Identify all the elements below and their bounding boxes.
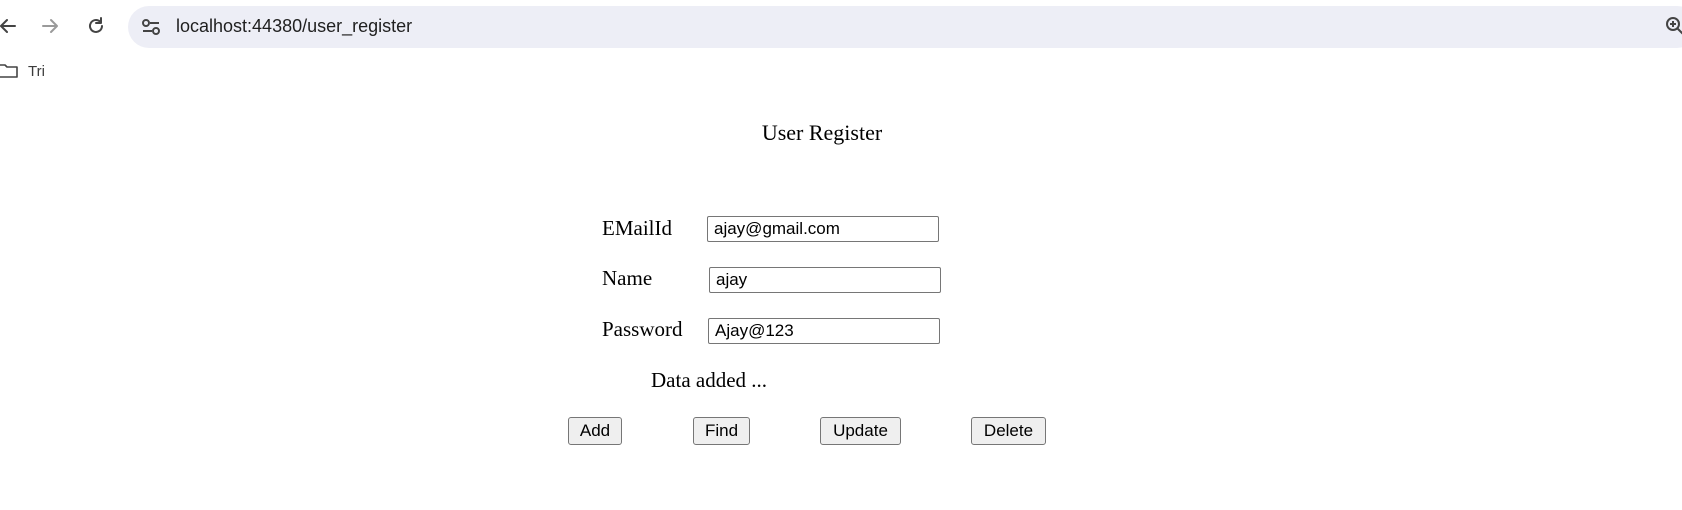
add-button[interactable]: Add: [568, 417, 622, 445]
bookmarks-bar: Tri: [0, 58, 1682, 88]
name-field[interactable]: [709, 267, 941, 293]
reload-icon[interactable]: [82, 12, 110, 40]
delete-button[interactable]: Delete: [971, 417, 1046, 445]
password-label: Password: [602, 317, 683, 341]
email-label: EMailId: [602, 216, 672, 240]
url-text[interactable]: localhost:44380/user_register: [176, 16, 412, 37]
email-field[interactable]: [707, 216, 939, 242]
forward-arrow-icon[interactable]: [36, 12, 64, 40]
bookmark-folder-label: Tri: [28, 62, 45, 80]
back-arrow-icon[interactable]: [0, 12, 22, 40]
name-label: Name: [602, 266, 653, 290]
find-button[interactable]: Find: [693, 417, 750, 445]
tune-icon[interactable]: [140, 16, 162, 38]
zoom-icon[interactable]: [1664, 15, 1682, 37]
status-message: Data added ...: [651, 368, 768, 392]
folder-icon: [0, 64, 18, 78]
update-button[interactable]: Update: [820, 417, 901, 445]
password-field[interactable]: [708, 318, 940, 344]
page-title: User Register: [761, 120, 883, 145]
browser-toolbar: localhost:44380/user_register: [0, 0, 1682, 54]
bookmark-folder-tri[interactable]: Tri: [0, 62, 45, 80]
